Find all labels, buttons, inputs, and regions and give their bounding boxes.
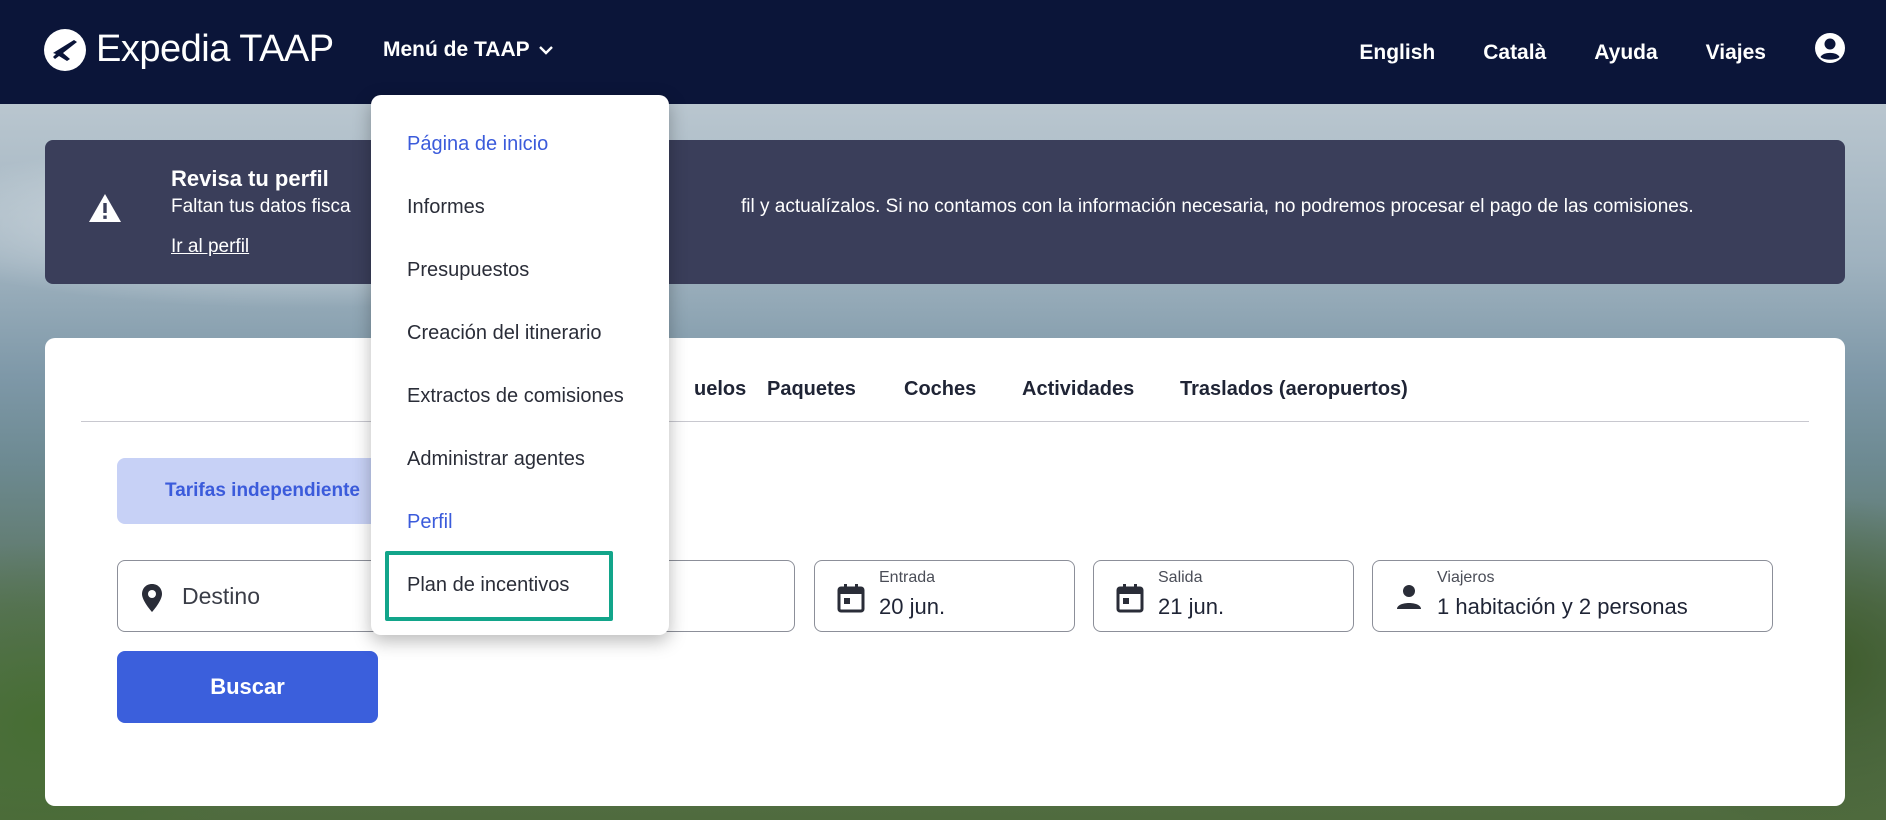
search-card: uelos Paquetes Coches Actividades Trasla… <box>45 338 1845 806</box>
checkout-value: 21 jun. <box>1158 594 1225 619</box>
plane-logo-icon <box>44 28 86 71</box>
menu-item-administrar-agentes[interactable]: Administrar agentes <box>407 448 585 471</box>
brand-logo[interactable]: Expedia TAAP <box>44 28 334 71</box>
tab-coches[interactable]: Coches <box>904 378 976 401</box>
tarifas-independientes-chip[interactable]: Tarifas independiente <box>117 458 387 524</box>
search-button[interactable]: Buscar <box>117 651 378 723</box>
taap-menu-label: Menú de TAAP <box>383 38 530 61</box>
menu-item-pagina-de-inicio[interactable]: Página de inicio <box>407 133 548 156</box>
tab-vuelos[interactable]: uelos <box>694 378 746 401</box>
location-pin-icon <box>140 583 164 618</box>
profile-alert-banner: Revisa tu perfil Faltan tus datos fisca … <box>45 140 1845 284</box>
checkin-field[interactable]: Entrada 20 jun. <box>814 560 1075 632</box>
checkin-label: Entrada <box>879 569 936 586</box>
calendar-icon <box>1116 583 1144 618</box>
menu-item-perfil[interactable]: Perfil <box>407 511 453 534</box>
travelers-field[interactable]: Viajeros 1 habitación y 2 personas <box>1372 560 1773 632</box>
destination-placeholder: Destino <box>182 583 260 609</box>
tab-actividades[interactable]: Actividades <box>1022 378 1134 401</box>
highlight-annotation-box <box>385 551 613 621</box>
tab-paquetes[interactable]: Paquetes <box>767 378 856 401</box>
brand-name: Expedia TAAP <box>96 28 334 70</box>
nav-link-ayuda[interactable]: Ayuda <box>1594 41 1657 65</box>
travelers-value: 1 habitación y 2 personas <box>1437 594 1688 619</box>
menu-item-creacion-itinerario[interactable]: Creación del itinerario <box>407 322 602 345</box>
checkin-value: 20 jun. <box>879 594 946 619</box>
tab-traslados[interactable]: Traslados (aeropuertos) <box>1180 378 1408 401</box>
checkout-field[interactable]: Salida 21 jun. <box>1093 560 1354 632</box>
nav-link-english[interactable]: English <box>1359 41 1435 65</box>
alert-message-left: Faltan tus datos fisca <box>171 196 351 217</box>
top-navigation-bar: Expedia TAAP Menú de TAAP English Català… <box>0 0 1886 104</box>
product-tabs: uelos Paquetes Coches Actividades Trasla… <box>81 378 1809 422</box>
travelers-label: Viajeros <box>1437 569 1495 586</box>
account-circle-icon[interactable] <box>1814 32 1846 69</box>
warning-icon <box>87 192 123 229</box>
nav-link-viajes[interactable]: Viajes <box>1706 41 1766 65</box>
menu-item-extractos-comisiones[interactable]: Extractos de comisiones <box>407 385 624 408</box>
alert-message-right: fil y actualízalos. Si no contamos con l… <box>741 196 1694 217</box>
checkout-label: Salida <box>1158 569 1203 586</box>
nav-right-group: English Català Ayuda Viajes <box>1359 33 1886 69</box>
taap-menu-toggle[interactable]: Menú de TAAP <box>383 38 554 62</box>
chevron-down-icon <box>538 46 553 55</box>
calendar-icon <box>837 583 865 618</box>
menu-item-informes[interactable]: Informes <box>407 196 485 219</box>
go-to-profile-link[interactable]: Ir al perfil <box>171 236 249 258</box>
person-icon <box>1395 583 1423 616</box>
nav-link-catala[interactable]: Català <box>1483 41 1546 65</box>
menu-item-presupuestos[interactable]: Presupuestos <box>407 259 529 282</box>
alert-title: Revisa tu perfil <box>171 166 329 191</box>
